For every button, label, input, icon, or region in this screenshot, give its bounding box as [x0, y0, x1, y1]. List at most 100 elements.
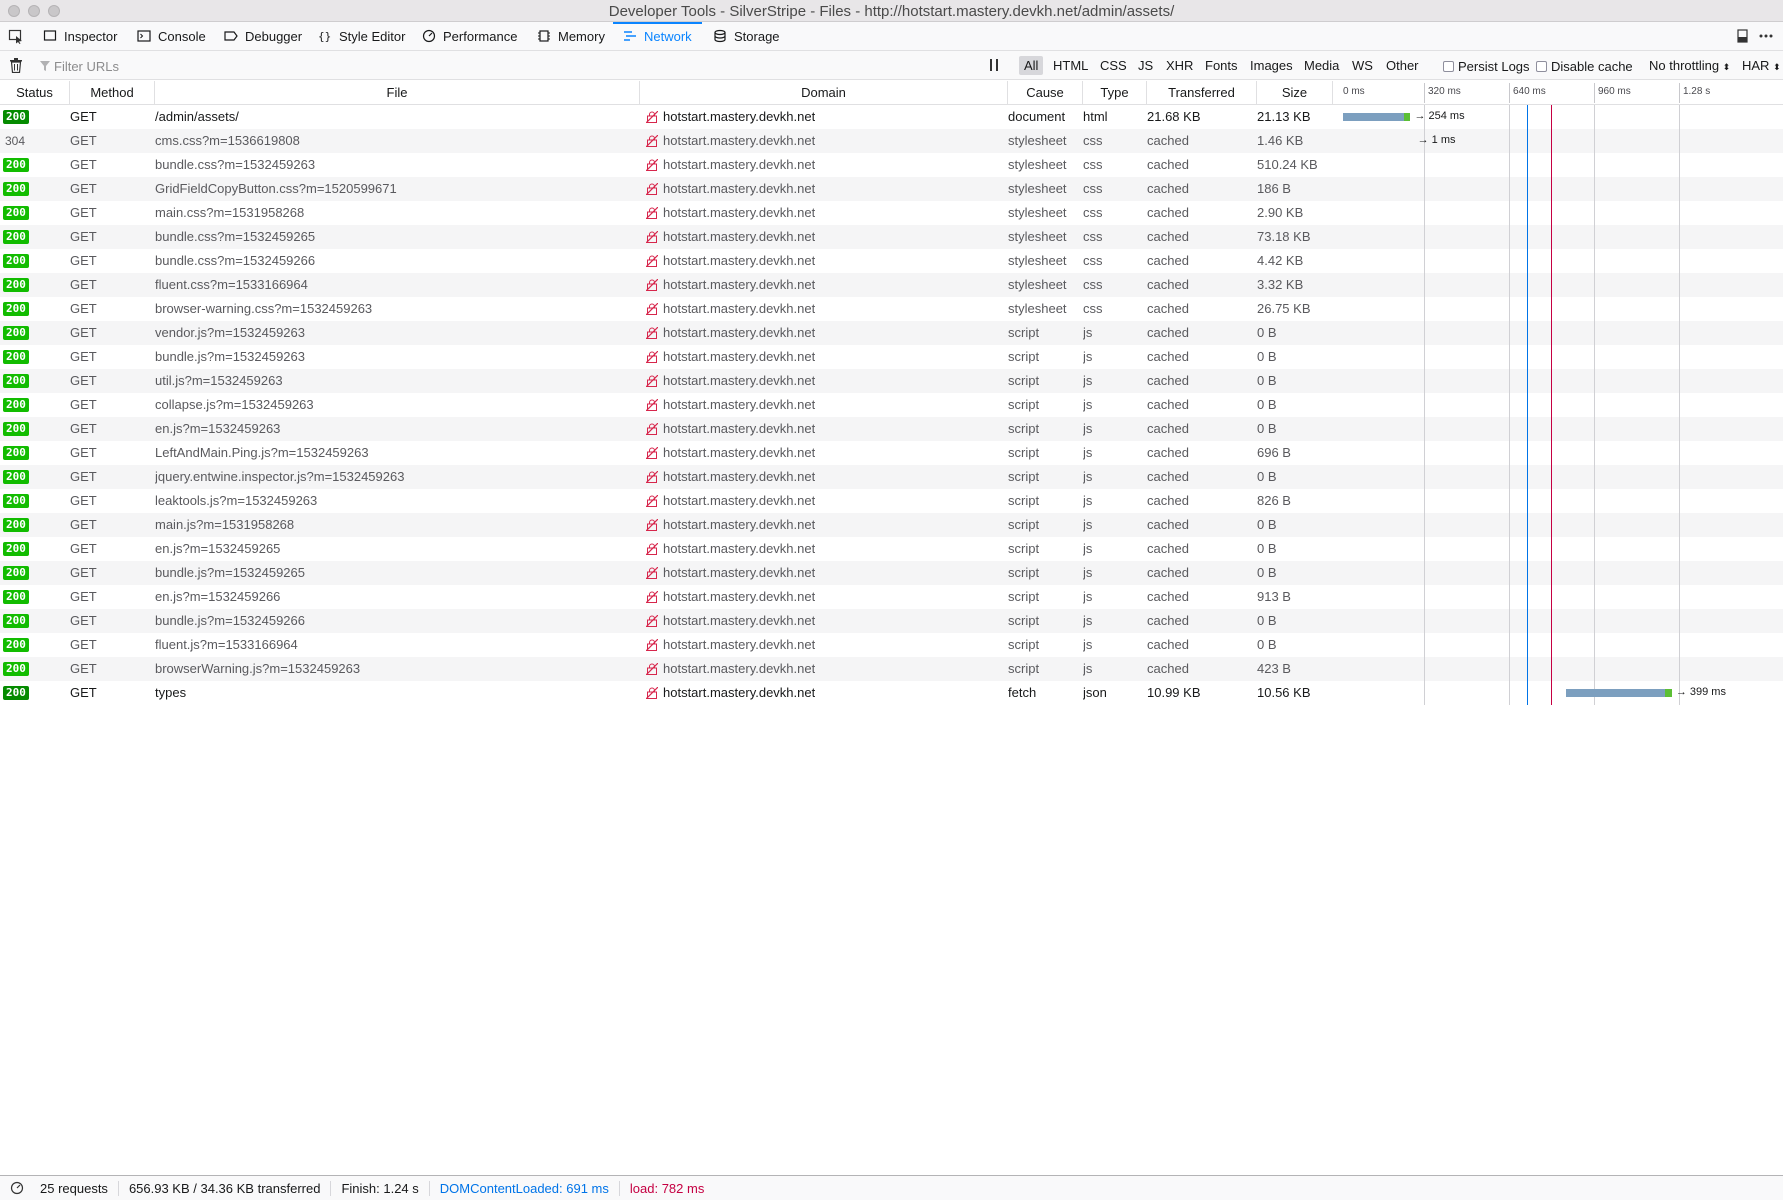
request-cause: stylesheet: [1008, 133, 1067, 148]
request-row[interactable]: 200 GET main.css?m=1531958268 hotstart.mast…: [0, 201, 1783, 225]
request-domain: hotstart.mastery.devkh.net: [663, 445, 816, 460]
tab-network[interactable]: Network: [613, 22, 702, 50]
status-badge: 200: [3, 614, 29, 628]
performance-analysis-icon[interactable]: [10, 1181, 24, 1195]
request-row[interactable]: 200 GET LeftAndMain.Ping.js?m=1532459263 ho…: [0, 441, 1783, 465]
request-row[interactable]: 200 GET fluent.css?m=1533166964 hotstart.ma…: [0, 273, 1783, 297]
filter-images-button[interactable]: Images: [1245, 56, 1298, 75]
column-size-header[interactable]: Size: [1257, 81, 1333, 104]
transferred-summary: 656.93 KB / 34.36 KB transferred: [119, 1180, 332, 1196]
column-file-header[interactable]: File: [155, 81, 640, 104]
request-size: 0 B: [1257, 421, 1277, 436]
request-row[interactable]: 200 GET browser-warning.css?m=1532459263 ho…: [0, 297, 1783, 321]
request-transferred: cached: [1147, 469, 1189, 484]
filter-urls-input[interactable]: Filter URLs: [40, 56, 980, 76]
request-row[interactable]: 200 GET leaktools.js?m=1532459263 hotstart.…: [0, 489, 1783, 513]
select-arrows-icon: ⬍: [1722, 62, 1731, 72]
request-row[interactable]: 200 GET bundle.css?m=1532459265 hotstart.ma…: [0, 225, 1783, 249]
insecure-lock-icon: [646, 351, 658, 363]
request-row[interactable]: 200 GET/admin/assets/hotstart.mastery.dev…: [0, 105, 1783, 129]
dock-options-icon[interactable]: [1735, 28, 1751, 44]
column-method-header[interactable]: Method: [70, 81, 155, 104]
filter-css-button[interactable]: CSS: [1095, 56, 1132, 75]
request-cause: script: [1008, 325, 1040, 340]
storage-icon: [713, 29, 727, 43]
request-row[interactable]: 200 GET en.js?m=1532459263 hotstart.mastery…: [0, 417, 1783, 441]
pause-recording-icon[interactable]: [989, 59, 999, 71]
persist-logs-checkbox[interactable]: Persist Logs: [1443, 59, 1530, 74]
request-cause: stylesheet: [1008, 253, 1067, 268]
disable-cache-box[interactable]: [1536, 61, 1547, 72]
request-cause: script: [1008, 421, 1040, 436]
filter-media-button[interactable]: Media: [1299, 56, 1344, 75]
filter-other-button[interactable]: Other: [1381, 56, 1424, 75]
request-type: js: [1083, 517, 1093, 532]
request-list: 200 GET/admin/assets/hotstart.mastery.dev…: [0, 105, 1783, 705]
filter-fonts-button[interactable]: Fonts: [1200, 56, 1243, 75]
persist-logs-box[interactable]: [1443, 61, 1454, 72]
clear-trash-icon[interactable]: [9, 58, 23, 73]
disable-cache-checkbox[interactable]: Disable cache: [1536, 59, 1633, 74]
request-transferred: cached: [1147, 205, 1189, 220]
status-badge: 200: [3, 590, 29, 604]
column-domain-header[interactable]: Domain: [640, 81, 1008, 104]
tab-memory[interactable]: Memory: [537, 22, 605, 50]
filter-all-button[interactable]: All: [1019, 56, 1044, 75]
request-size: 0 B: [1257, 325, 1277, 340]
tab-debugger[interactable]: Debugger: [224, 22, 302, 50]
tab-inspector[interactable]: Inspector: [43, 22, 117, 50]
timeline-tick-line: [1678, 83, 1680, 103]
more-options-icon[interactable]: [1758, 28, 1774, 44]
request-row[interactable]: 304 GET cms.css?m=1536619808 hotstart.maste…: [0, 129, 1783, 153]
request-method: GET: [70, 637, 97, 652]
request-row[interactable]: 200 GET fluent.js?m=1533166964 hotstart.mas…: [0, 633, 1783, 657]
request-transferred: cached: [1147, 181, 1189, 196]
filter-ws-button[interactable]: WS: [1347, 56, 1378, 75]
request-method: GET: [70, 685, 97, 700]
request-method: GET: [70, 565, 97, 580]
request-size: 510.24 KB: [1257, 157, 1318, 172]
tab-performance[interactable]: Performance: [422, 22, 517, 50]
request-row[interactable]: 200 GET util.js?m=1532459263 hotstart.maste…: [0, 369, 1783, 393]
filter-js-button[interactable]: JS: [1133, 56, 1158, 75]
tab-storage[interactable]: Storage: [713, 22, 780, 50]
request-type: js: [1083, 373, 1093, 388]
status-badge: 200: [3, 374, 29, 388]
tab-style-editor[interactable]: {} Style Editor: [318, 22, 405, 50]
filter-html-button[interactable]: HTML: [1048, 56, 1093, 75]
request-type: css: [1083, 133, 1103, 148]
request-row[interactable]: 200 GET en.js?m=1532459266 hotstart.mastery…: [0, 585, 1783, 609]
request-method: GET: [70, 661, 97, 676]
request-method: GET: [70, 421, 97, 436]
column-status-header[interactable]: Status: [0, 81, 70, 104]
request-transferred: cached: [1147, 517, 1189, 532]
request-row[interactable]: 200 GET bundle.css?m=1532459263 hotstart.ma…: [0, 153, 1783, 177]
request-row[interactable]: 200 GET jquery.entwine.inspector.js?m=1532…: [0, 465, 1783, 489]
request-size: 423 B: [1257, 661, 1291, 676]
element-picker-icon[interactable]: [8, 28, 24, 44]
request-domain: hotstart.mastery.devkh.net: [663, 589, 816, 604]
request-domain: hotstart.mastery.devkh.net: [663, 517, 816, 532]
tab-console[interactable]: Console: [137, 22, 206, 50]
request-row[interactable]: 200 GET collapse.js?m=1532459263 hotstart.m…: [0, 393, 1783, 417]
column-type-header[interactable]: Type: [1083, 81, 1147, 104]
request-row[interactable]: 200 GET bundle.js?m=1532459266 hotstart.mas…: [0, 609, 1783, 633]
request-row[interactable]: 200 GET GridFieldCopyButton.css?m=15205996…: [0, 177, 1783, 201]
request-row[interactable]: 200 GET bundle.js?m=1532459263 hotstart.mas…: [0, 345, 1783, 369]
request-row[interactable]: 200 GET types hotstart.mastery.devkh.net fet…: [0, 681, 1783, 705]
request-row[interactable]: 200 GET vendor.js?m=1532459263 hotstart.mas…: [0, 321, 1783, 345]
request-method: GET: [70, 589, 97, 604]
column-transferred-header[interactable]: Transferred: [1147, 81, 1257, 104]
request-type: js: [1083, 421, 1093, 436]
request-row[interactable]: 200 GET bundle.css?m=1532459266 hotstart.ma…: [0, 249, 1783, 273]
request-row[interactable]: 200 GET en.js?m=1532459265 hotstart.mastery…: [0, 537, 1783, 561]
throttling-select[interactable]: No throttling ⬍: [1649, 58, 1730, 73]
har-menu[interactable]: HAR ⬍: [1742, 58, 1781, 73]
request-file: GridFieldCopyButton.css?m=1520599671: [155, 181, 397, 196]
svg-text:{}: {}: [318, 30, 331, 43]
request-row[interactable]: 200 GET main.js?m=1531958268 hotstart.maste…: [0, 513, 1783, 537]
filter-xhr-button[interactable]: XHR: [1161, 56, 1198, 75]
request-row[interactable]: 200 GET browserWarning.js?m=1532459263 hots…: [0, 657, 1783, 681]
column-cause-header[interactable]: Cause: [1008, 81, 1083, 104]
request-row[interactable]: 200 GET bundle.js?m=1532459265 hotstart.mas…: [0, 561, 1783, 585]
